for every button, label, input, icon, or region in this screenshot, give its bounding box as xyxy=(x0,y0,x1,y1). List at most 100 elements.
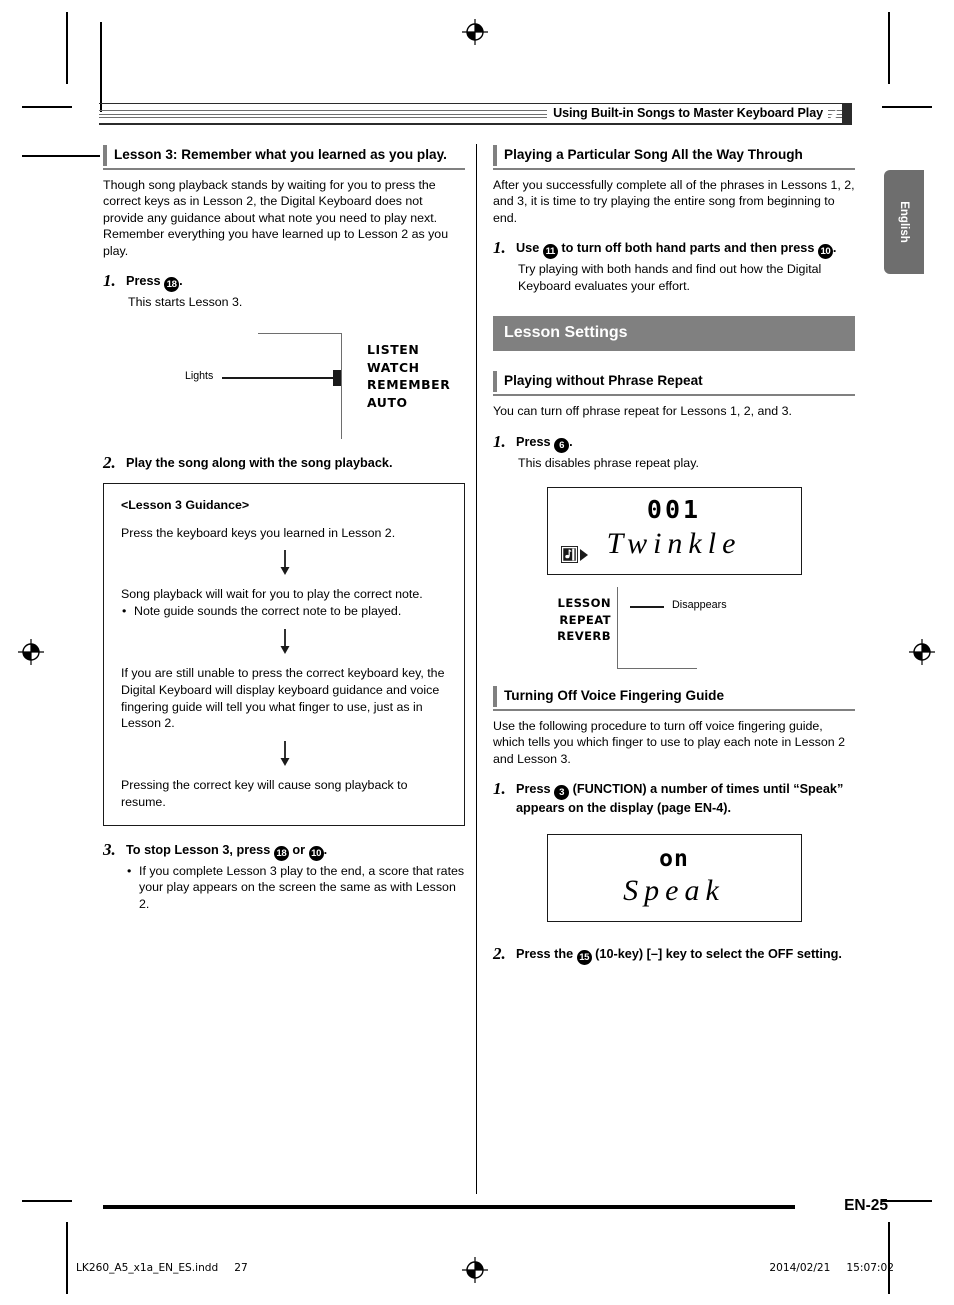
crop-mark-bl-h xyxy=(22,1200,72,1202)
page-number: EN-25 xyxy=(844,1197,888,1214)
heading-without-phrase-repeat: Playing without Phrase Repeat xyxy=(493,370,855,396)
right-s3-step-2-title-pre: Press the xyxy=(516,946,574,961)
heading-play-song-through: Playing a Particular Song All the Way Th… xyxy=(493,144,855,170)
button-badge-6[interactable]: 6 xyxy=(554,437,570,453)
right-s3-step-2-number: 2. xyxy=(493,943,506,963)
registration-mark-top xyxy=(462,19,488,45)
lights-leader-line xyxy=(222,377,335,379)
heading-lesson-3: Lesson 3: Remember what you learned as y… xyxy=(103,144,465,170)
left-step-3: 3. To stop Lesson 3, press 18 or 10. If … xyxy=(103,840,465,913)
language-tab-english: English xyxy=(884,170,924,274)
heading-turning-off-voice-fingering: Turning Off Voice Fingering Guide xyxy=(493,685,855,711)
right-s1-step-1-title-post: . xyxy=(832,241,837,256)
footer-rule xyxy=(103,1205,795,1209)
lcd-display-song: 001 Twinkle xyxy=(546,487,802,576)
left-step-3-title-post: . xyxy=(323,842,328,857)
right-s3-step-2-title-post: (10-key) [–] key to select the OFF setti… xyxy=(591,946,842,961)
play-song-through-intro: After you successfully complete all of t… xyxy=(493,177,855,225)
left-step-2-number: 2. xyxy=(103,453,116,473)
right-s2-step-1-title: Press 6. xyxy=(516,434,855,453)
column-divider xyxy=(476,144,477,1194)
disappears-mode-repeat: REPEAT xyxy=(559,612,611,627)
flow-arrow-3 xyxy=(121,741,449,767)
left-step-1-title: Press 18. xyxy=(126,273,465,293)
lights-mode-auto: AUTO xyxy=(367,394,408,410)
left-step-2-title: Play the song along with the song playba… xyxy=(126,456,393,471)
button-badge-10[interactable]: 10 xyxy=(817,244,833,260)
song-note-icon xyxy=(560,546,578,564)
print-filename: LK260_A5_x1a_EN_ES.indd xyxy=(76,1262,219,1274)
right-s3-step-2-title: Press the 15 (10-key) [–] key to select … xyxy=(516,946,855,965)
lcd-speak-word: Speak xyxy=(623,873,725,907)
lights-mode-listen: LISTEN xyxy=(367,342,420,358)
eighth-note-icon xyxy=(830,105,837,119)
lcd-on-state: on xyxy=(659,845,689,872)
crop-mark-tl-v2 xyxy=(100,22,102,112)
crop-mark-tr-v xyxy=(888,12,890,84)
lights-mode-remember: REMEMBER xyxy=(367,377,451,393)
language-tab-label: English xyxy=(898,201,910,243)
arrow-down-icon xyxy=(280,550,290,576)
lcd-display-speak: on Speak xyxy=(546,833,802,922)
disappears-callout-figure: LESSON REPEAT REVERB Disappears xyxy=(493,587,855,675)
crop-mark-tl-h xyxy=(22,106,72,108)
guidance-block-2: Song playback will wait for you to play … xyxy=(121,587,423,602)
right-s2-step-1-title-pre: Press xyxy=(516,434,551,449)
lcd-song-indicator-group xyxy=(560,546,588,564)
guidance-box-title: <Lesson 3 Guidance> xyxy=(121,497,250,512)
right-s3-step-1-title: Press 3 (FUNCTION) a number of times unt… xyxy=(516,781,855,818)
banner-lesson-settings: Lesson Settings xyxy=(493,316,855,352)
left-step-3-title: To stop Lesson 3, press 18 or 10. xyxy=(126,842,465,861)
button-badge-11[interactable]: 11 xyxy=(542,244,558,260)
registration-mark-right xyxy=(909,639,935,665)
left-step-2: 2. Play the song along with the song pla… xyxy=(103,453,465,473)
left-step-3-title-mid: or xyxy=(292,842,306,857)
header-title: Using Built-in Songs to Master Keyboard … xyxy=(547,105,828,122)
button-badge-18[interactable]: 18 xyxy=(164,277,180,293)
left-column: Lesson 3: Remember what you learned as y… xyxy=(103,144,465,913)
left-step-3-title-pre: To stop Lesson 3, press xyxy=(126,842,271,857)
print-page-number: 27 xyxy=(234,1262,248,1274)
registration-mark-left xyxy=(18,639,44,665)
disappears-label: Disappears xyxy=(672,599,727,612)
without-phrase-repeat-intro: You can turn off phrase repeat for Lesso… xyxy=(493,403,792,418)
right-s2-step-1: 1. Press 6. This disables phrase repeat … xyxy=(493,432,855,472)
lights-indicator-figure: Lights LISTEN WATCH REMEMBER AUTO xyxy=(103,329,465,440)
flow-arrow-2 xyxy=(121,628,449,655)
print-date: 2014/02/21 xyxy=(769,1262,831,1274)
lights-indicator-marker xyxy=(333,370,341,387)
right-s1-step-1-number: 1. xyxy=(493,238,506,258)
arrow-down-icon xyxy=(280,628,290,654)
right-column: Playing a Particular Song All the Way Th… xyxy=(493,144,855,965)
guidance-block-2-bullet: Note guide sounds the correct note to be… xyxy=(121,603,449,620)
right-s3-step-2: 2. Press the 15 (10-key) [–] key to sele… xyxy=(493,943,855,965)
right-s1-step-1-title-mid: to turn off both hand parts and then pre… xyxy=(561,241,815,256)
left-step-1-title-pre: Press xyxy=(126,274,161,289)
right-s1-step-1-title-pre: Use xyxy=(516,241,540,256)
lesson-3-guidance-box: <Lesson 3 Guidance> Press the keyboard k… xyxy=(103,482,465,826)
right-s3-step-1-number: 1. xyxy=(493,779,506,799)
lights-bracket-vertical xyxy=(341,333,343,440)
running-header: Using Built-in Songs to Master Keyboard … xyxy=(99,103,852,125)
left-step-1: 1. Press 18. This starts Lesson 3. xyxy=(103,271,465,311)
crop-mark-tr-h xyxy=(882,106,932,108)
arrow-down-icon xyxy=(280,741,290,767)
header-end-cap xyxy=(842,103,852,125)
crop-mark-tl-h2 xyxy=(22,155,100,157)
lights-callout-label: Lights xyxy=(185,370,214,383)
button-badge-18-stop[interactable]: 18 xyxy=(273,845,289,861)
right-s2-step-1-title-post: . xyxy=(569,434,573,449)
right-s2-step-1-desc: This disables phrase repeat play. xyxy=(518,455,699,470)
voice-fingering-intro: Use the following procedure to turn off … xyxy=(493,718,845,766)
button-badge-15[interactable]: 15 xyxy=(576,949,592,965)
left-step-3-bullet: If you complete Lesson 3 play to the end… xyxy=(126,863,465,913)
disappears-mode-reverb: REVERB xyxy=(557,628,611,643)
button-badge-3[interactable]: 3 xyxy=(554,785,570,801)
button-badge-10-stop[interactable]: 10 xyxy=(308,845,324,861)
print-info-right: 2014/02/21 15:07:02 xyxy=(769,1262,894,1274)
guidance-block-4: Pressing the correct key will cause song… xyxy=(121,778,408,809)
flow-arrow-1 xyxy=(121,550,449,576)
crop-mark-tl-v xyxy=(66,12,68,84)
left-step-3-notes: If you complete Lesson 3 play to the end… xyxy=(126,863,465,913)
disappears-mode-lesson: LESSON xyxy=(557,596,611,611)
